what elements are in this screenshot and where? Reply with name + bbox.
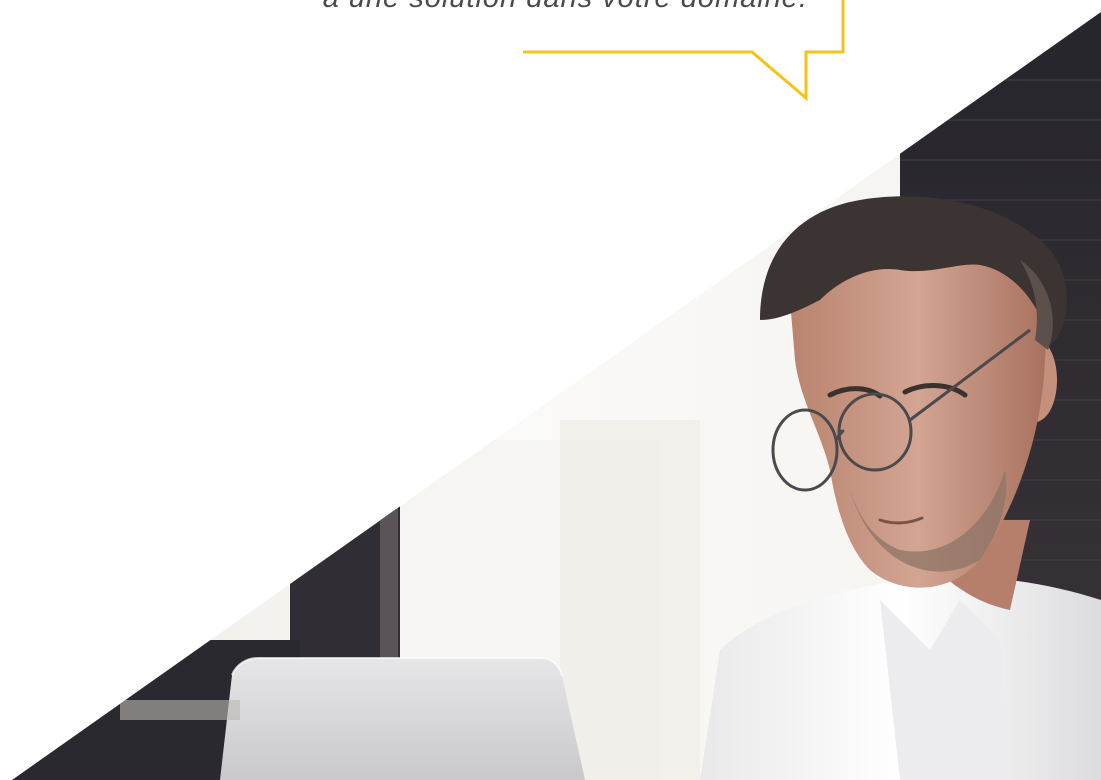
- hero-photo: [12, 12, 1101, 780]
- page: à une solution dans votre domaine.: [0, 0, 1101, 780]
- photo-content: [12, 12, 1101, 780]
- laptop: [220, 658, 585, 780]
